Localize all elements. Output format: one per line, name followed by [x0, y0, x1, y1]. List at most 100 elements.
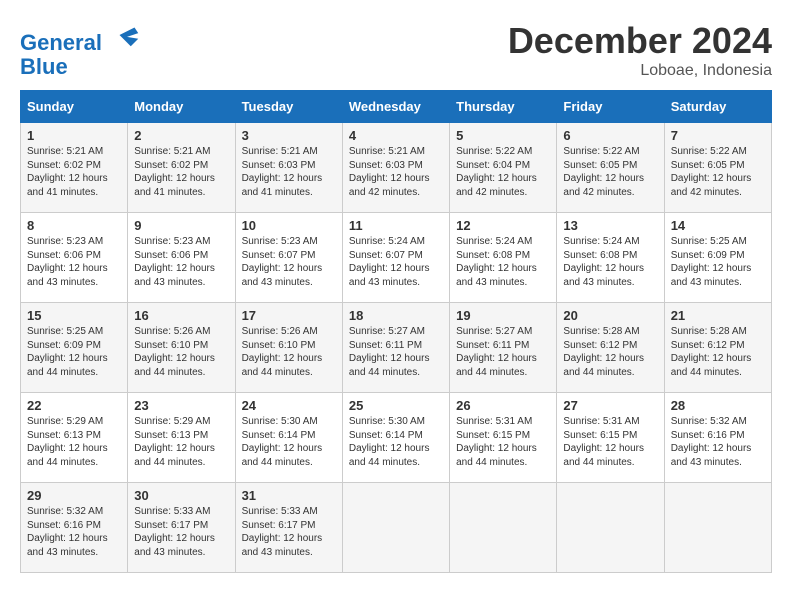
calendar-week-row: 8Sunrise: 5:23 AMSunset: 6:06 PMDaylight… — [21, 213, 772, 303]
day-info: Sunrise: 5:32 AMSunset: 6:16 PMDaylight:… — [27, 505, 121, 559]
day-number: 3 — [242, 128, 336, 143]
calendar-week-row: 29 Sunrise: 5:32 AMSunset: 6:16 PMDayligh… — [21, 483, 772, 573]
day-number: 21 — [671, 308, 765, 323]
day-info: Sunrise: 5:22 AMSunset: 6:04 PMDaylight:… — [456, 145, 550, 199]
day-number: 18 — [349, 308, 443, 323]
day-number: 27 — [563, 398, 657, 413]
day-info: Sunrise: 5:32 AMSunset: 6:16 PMDaylight:… — [671, 415, 765, 469]
day-number: 6 — [563, 128, 657, 143]
logo-bird-icon — [112, 20, 142, 50]
day-number: 22 — [27, 398, 121, 413]
calendar-day-cell: 6 Sunrise: 5:22 AMSunset: 6:05 PMDaylight… — [557, 123, 664, 213]
calendar-day-cell: 17 Sunrise: 5:26 AMSunset: 6:10 PMDayligh… — [235, 303, 342, 393]
calendar-week-row: 15Sunrise: 5:25 AMSunset: 6:09 PMDayligh… — [21, 303, 772, 393]
day-number: 28 — [671, 398, 765, 413]
day-number: 8 — [27, 218, 121, 233]
day-number: 30 — [134, 488, 228, 503]
day-number: 16 — [134, 308, 228, 323]
day-info: Sunrise: 5:31 AMSunset: 6:15 PMDaylight:… — [456, 415, 550, 469]
day-info: Sunrise: 5:22 AMSunset: 6:05 PMDaylight:… — [563, 145, 657, 199]
day-info: Sunrise: 5:24 AMSunset: 6:08 PMDaylight:… — [456, 235, 550, 289]
day-number: 2 — [134, 128, 228, 143]
logo-blue: Blue — [20, 54, 68, 79]
day-info: Sunrise: 5:21 AMSunset: 6:02 PMDaylight:… — [134, 145, 228, 199]
calendar-day-cell: 25Sunrise: 5:30 AMSunset: 6:14 PMDayligh… — [342, 393, 449, 483]
day-number: 19 — [456, 308, 550, 323]
header-saturday: Saturday — [664, 91, 771, 123]
calendar-week-row: 22 Sunrise: 5:29 AMSunset: 6:13 PMDayligh… — [21, 393, 772, 483]
calendar-day-cell — [557, 483, 664, 573]
day-info: Sunrise: 5:21 AMSunset: 6:02 PMDaylight:… — [27, 145, 121, 199]
title-area: December 2024 Loboae, Indonesia — [508, 20, 772, 80]
page-header: General Blue December 2024 Loboae, Indon… — [20, 20, 772, 80]
calendar-day-cell: 19Sunrise: 5:27 AMSunset: 6:11 PMDayligh… — [450, 303, 557, 393]
calendar-day-cell: 15Sunrise: 5:25 AMSunset: 6:09 PMDayligh… — [21, 303, 128, 393]
day-info: Sunrise: 5:30 AMSunset: 6:14 PMDaylight:… — [242, 415, 336, 469]
calendar-week-row: 1 Sunrise: 5:21 AMSunset: 6:02 PMDaylight… — [21, 123, 772, 213]
day-info: Sunrise: 5:30 AMSunset: 6:14 PMDaylight:… — [349, 415, 443, 469]
day-number: 17 — [242, 308, 336, 323]
day-number: 10 — [242, 218, 336, 233]
day-number: 20 — [563, 308, 657, 323]
calendar-day-cell: 13 Sunrise: 5:24 AMSunset: 6:08 PMDayligh… — [557, 213, 664, 303]
day-number: 31 — [242, 488, 336, 503]
header-monday: Monday — [128, 91, 235, 123]
day-info: Sunrise: 5:26 AMSunset: 6:10 PMDaylight:… — [134, 325, 228, 379]
calendar-day-cell: 24 Sunrise: 5:30 AMSunset: 6:14 PMDayligh… — [235, 393, 342, 483]
header-thursday: Thursday — [450, 91, 557, 123]
day-number: 24 — [242, 398, 336, 413]
day-number: 14 — [671, 218, 765, 233]
calendar-day-cell: 31Sunrise: 5:33 AMSunset: 6:17 PMDayligh… — [235, 483, 342, 573]
day-info: Sunrise: 5:29 AMSunset: 6:13 PMDaylight:… — [134, 415, 228, 469]
logo-general: General — [20, 30, 102, 55]
calendar-day-cell — [342, 483, 449, 573]
calendar-day-cell: 22 Sunrise: 5:29 AMSunset: 6:13 PMDayligh… — [21, 393, 128, 483]
day-info: Sunrise: 5:29 AMSunset: 6:13 PMDaylight:… — [27, 415, 121, 469]
day-info: Sunrise: 5:28 AMSunset: 6:12 PMDaylight:… — [563, 325, 657, 379]
calendar-day-cell: 20 Sunrise: 5:28 AMSunset: 6:12 PMDayligh… — [557, 303, 664, 393]
day-number: 5 — [456, 128, 550, 143]
calendar-header-row: SundayMondayTuesdayWednesdayThursdayFrid… — [21, 91, 772, 123]
calendar-day-cell: 1 Sunrise: 5:21 AMSunset: 6:02 PMDaylight… — [21, 123, 128, 213]
calendar-day-cell: 26 Sunrise: 5:31 AMSunset: 6:15 PMDayligh… — [450, 393, 557, 483]
calendar-day-cell: 29 Sunrise: 5:32 AMSunset: 6:16 PMDayligh… — [21, 483, 128, 573]
day-info: Sunrise: 5:25 AMSunset: 6:09 PMDaylight:… — [27, 325, 121, 379]
logo: General Blue — [20, 20, 142, 79]
calendar-day-cell: 12 Sunrise: 5:24 AMSunset: 6:08 PMDayligh… — [450, 213, 557, 303]
calendar-day-cell: 7 Sunrise: 5:22 AMSunset: 6:05 PMDaylight… — [664, 123, 771, 213]
day-number: 9 — [134, 218, 228, 233]
day-info: Sunrise: 5:22 AMSunset: 6:05 PMDaylight:… — [671, 145, 765, 199]
location: Loboae, Indonesia — [508, 62, 772, 80]
header-tuesday: Tuesday — [235, 91, 342, 123]
month-title: December 2024 — [508, 20, 772, 62]
day-number: 12 — [456, 218, 550, 233]
day-info: Sunrise: 5:31 AMSunset: 6:15 PMDaylight:… — [563, 415, 657, 469]
day-info: Sunrise: 5:21 AMSunset: 6:03 PMDaylight:… — [242, 145, 336, 199]
day-number: 23 — [134, 398, 228, 413]
day-number: 13 — [563, 218, 657, 233]
calendar-day-cell: 16 Sunrise: 5:26 AMSunset: 6:10 PMDayligh… — [128, 303, 235, 393]
calendar-day-cell: 11Sunrise: 5:24 AMSunset: 6:07 PMDayligh… — [342, 213, 449, 303]
calendar-day-cell: 3 Sunrise: 5:21 AMSunset: 6:03 PMDaylight… — [235, 123, 342, 213]
calendar-day-cell — [664, 483, 771, 573]
day-number: 29 — [27, 488, 121, 503]
day-info: Sunrise: 5:23 AMSunset: 6:07 PMDaylight:… — [242, 235, 336, 289]
calendar-day-cell: 21 Sunrise: 5:28 AMSunset: 6:12 PMDayligh… — [664, 303, 771, 393]
day-info: Sunrise: 5:25 AMSunset: 6:09 PMDaylight:… — [671, 235, 765, 289]
calendar-day-cell: 5 Sunrise: 5:22 AMSunset: 6:04 PMDaylight… — [450, 123, 557, 213]
calendar-day-cell: 23 Sunrise: 5:29 AMSunset: 6:13 PMDayligh… — [128, 393, 235, 483]
day-info: Sunrise: 5:24 AMSunset: 6:08 PMDaylight:… — [563, 235, 657, 289]
header-sunday: Sunday — [21, 91, 128, 123]
calendar-day-cell: 14 Sunrise: 5:25 AMSunset: 6:09 PMDayligh… — [664, 213, 771, 303]
calendar-day-cell: 8Sunrise: 5:23 AMSunset: 6:06 PMDaylight… — [21, 213, 128, 303]
calendar-day-cell: 4Sunrise: 5:21 AMSunset: 6:03 PMDaylight… — [342, 123, 449, 213]
day-info: Sunrise: 5:27 AMSunset: 6:11 PMDaylight:… — [349, 325, 443, 379]
day-number: 11 — [349, 218, 443, 233]
day-number: 1 — [27, 128, 121, 143]
calendar-day-cell: 10 Sunrise: 5:23 AMSunset: 6:07 PMDayligh… — [235, 213, 342, 303]
calendar-day-cell — [450, 483, 557, 573]
day-number: 7 — [671, 128, 765, 143]
day-info: Sunrise: 5:26 AMSunset: 6:10 PMDaylight:… — [242, 325, 336, 379]
day-number: 26 — [456, 398, 550, 413]
day-info: Sunrise: 5:28 AMSunset: 6:12 PMDaylight:… — [671, 325, 765, 379]
